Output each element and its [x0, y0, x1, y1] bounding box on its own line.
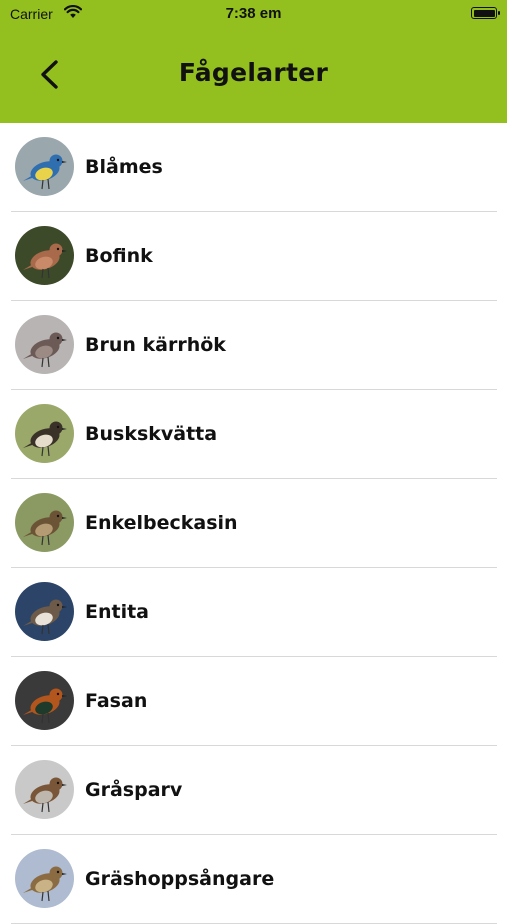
bird-avatar [15, 493, 74, 552]
list-item[interactable]: Brun kärrhök [0, 301, 507, 390]
bird-name: Blåmes [85, 156, 163, 178]
bird-photo [15, 315, 74, 374]
bird-name: Fasan [85, 690, 148, 712]
bird-name: Bofink [85, 245, 153, 267]
bird-name: Gråsparv [85, 779, 183, 801]
list-item[interactable]: Gråsparv [0, 746, 507, 835]
navigation-header: Carrier 7:38 em Fågelarter [0, 0, 507, 123]
bird-avatar [15, 849, 74, 908]
list-item[interactable]: Blåmes [0, 123, 507, 212]
status-bar: Carrier 7:38 em [0, 0, 507, 28]
bird-avatar [15, 315, 74, 374]
bird-avatar [15, 226, 74, 285]
bird-photo [15, 760, 74, 819]
bird-name: Enkelbeckasin [85, 512, 238, 534]
list-item[interactable]: Fasan [0, 657, 507, 746]
bird-name: Brun kärrhök [85, 334, 226, 356]
bird-photo [15, 671, 74, 730]
bird-name: Buskskvätta [85, 423, 218, 445]
bird-avatar [15, 671, 74, 730]
bird-name: Entita [85, 601, 150, 623]
page-title: Fågelarter [178, 58, 329, 87]
list-item[interactable]: Entita [0, 568, 507, 657]
bird-photo [15, 226, 74, 285]
list-item[interactable]: Gräshoppsångare [0, 835, 507, 924]
bird-photo [15, 404, 74, 463]
bird-photo [15, 137, 74, 196]
status-time: 7:38 em [225, 5, 282, 22]
bird-name: Gräshoppsångare [85, 868, 275, 890]
bird-photo [15, 493, 74, 552]
bird-avatar [15, 404, 74, 463]
battery-icon [471, 7, 500, 19]
bird-avatar [15, 582, 74, 641]
bird-avatar [15, 760, 74, 819]
list-item[interactable]: Enkelbeckasin [0, 479, 507, 568]
bird-species-list: Blåmes Bofink Brun kärrhök Buskskvätta Enkel… [0, 123, 507, 924]
list-item[interactable]: Bofink [0, 212, 507, 301]
bird-avatar [15, 137, 74, 196]
bird-photo [15, 849, 74, 908]
bird-photo [15, 582, 74, 641]
list-item[interactable]: Buskskvätta [0, 390, 507, 479]
